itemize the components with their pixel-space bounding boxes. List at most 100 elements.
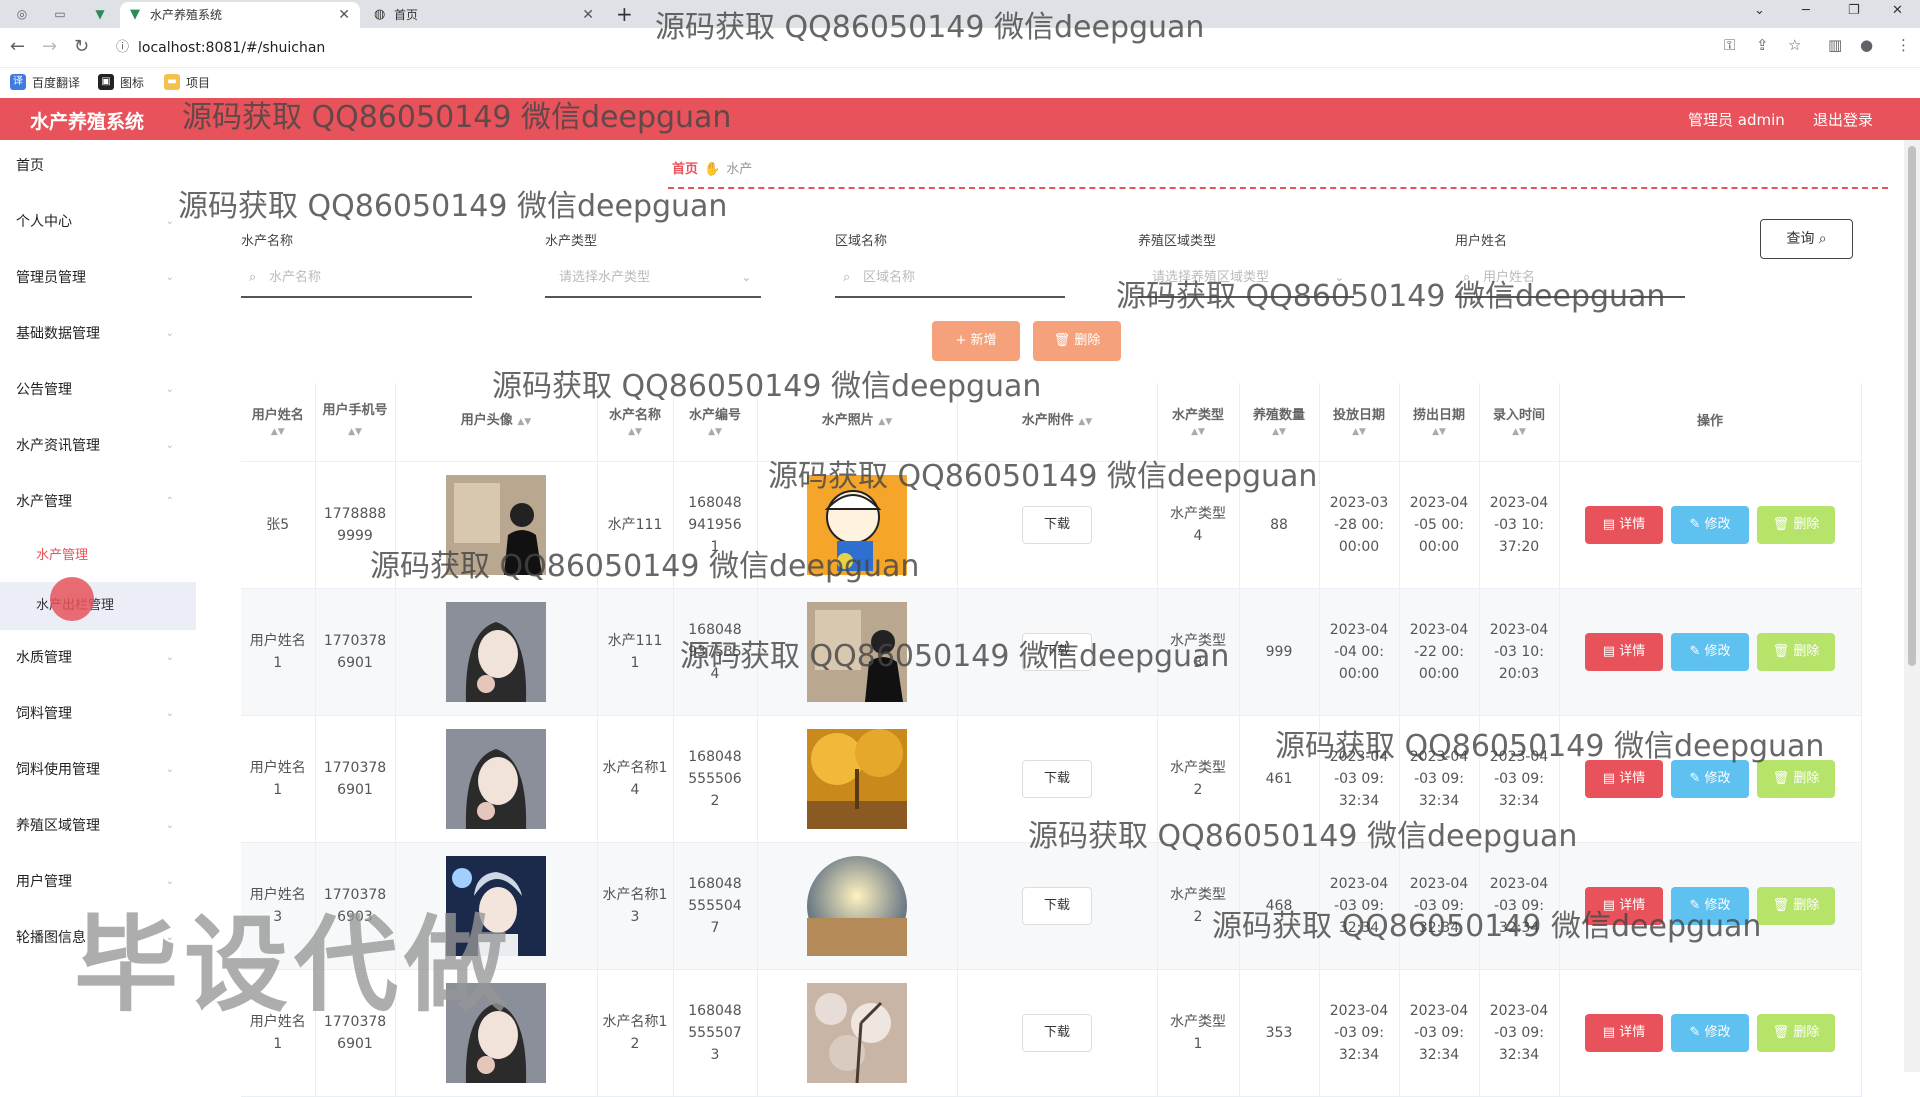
col-fish-no[interactable]: 水产编号 ▲▼: [673, 383, 758, 462]
detail-button[interactable]: ▤ 详情: [1585, 1013, 1663, 1052]
sidebar-item-home[interactable]: 首页: [0, 146, 196, 186]
area-type-select[interactable]: 请选择养殖区域类型 ⌄: [1138, 262, 1354, 298]
col-fish-type[interactable]: 水产类型 ▲▼: [1157, 383, 1240, 462]
back-icon[interactable]: ←: [10, 36, 25, 57]
table-row[interactable]: 张5 1778888 9999 水产111 168048 941956 1 下载 水产类型 4 88…: [241, 461, 1862, 589]
new-tab-icon[interactable]: +: [616, 2, 633, 26]
download-button[interactable]: 下载: [1022, 505, 1092, 544]
detail-button[interactable]: ▤ 详情: [1585, 632, 1663, 671]
sidebar-sub-aquatic-manage[interactable]: 水产管理: [0, 532, 196, 580]
sidebar-item-basic-data[interactable]: 基础数据管理 ⌄: [0, 314, 196, 354]
pinned-tab-icon[interactable]: ▭: [52, 6, 68, 22]
scrollbar-thumb[interactable]: [1908, 146, 1916, 666]
col-out-date[interactable]: 捞出日期 ▲▼: [1399, 383, 1480, 462]
sidebar-item-users[interactable]: 用户管理 ⌄: [0, 862, 196, 902]
sort-icon[interactable]: ▲▼: [600, 426, 671, 438]
download-button[interactable]: 下载: [1022, 886, 1092, 925]
table-row[interactable]: 用户姓名 1 1770378 6901 水产名称1 2 168048 555507 3 下载 水产类…: [241, 969, 1862, 1097]
close-window-icon[interactable]: ✕: [1892, 0, 1903, 22]
col-fish-photo[interactable]: 水产照片 ▲▼: [757, 383, 958, 462]
sidebar-item-notice[interactable]: 公告管理 ⌄: [0, 370, 196, 410]
search-name-input[interactable]: ⌕ 水产名称: [241, 262, 472, 298]
col-created[interactable]: 录入时间 ▲▼: [1479, 383, 1560, 462]
sort-icon[interactable]: ▲▼: [676, 426, 755, 438]
tab-app[interactable]: ▼ 水产养殖系统 ✕: [120, 2, 360, 28]
edit-button[interactable]: ✎ 修改: [1671, 632, 1749, 671]
bookmark-icons[interactable]: ▣ 图标: [98, 74, 144, 91]
vue-tab-icon[interactable]: ▼: [92, 6, 108, 22]
edit-button[interactable]: ✎ 修改: [1671, 505, 1749, 544]
detail-button[interactable]: ▤ 详情: [1585, 759, 1663, 798]
sort-icon[interactable]: ▲▼: [1402, 426, 1477, 438]
edit-button[interactable]: ✎ 修改: [1671, 1013, 1749, 1052]
sidebar-item-news[interactable]: 水产资讯管理 ⌄: [0, 426, 196, 466]
bookmark-project[interactable]: ▬ 项目: [164, 74, 210, 91]
sort-icon[interactable]: ▲▼: [1078, 417, 1092, 427]
restore-icon[interactable]: ❐: [1848, 0, 1860, 22]
sidebar-item-water[interactable]: 水质管理 ⌄: [0, 638, 196, 678]
reload-icon[interactable]: ↻: [74, 36, 89, 57]
sort-icon[interactable]: ▲▼: [1242, 426, 1317, 438]
table-row[interactable]: 用户姓名 1 1770378 6901 水产111 1 168048 937535 4 下载 水产类…: [241, 588, 1862, 716]
close-tab-icon[interactable]: ✕: [582, 2, 594, 28]
key-icon[interactable]: ⚿: [1724, 36, 1735, 54]
fish-type-select[interactable]: 请选择水产类型 ⌄: [545, 262, 761, 298]
site-info-icon[interactable]: ⓘ: [116, 33, 129, 63]
edit-button[interactable]: ✎ 修改: [1671, 759, 1749, 798]
url-field[interactable]: ⓘ localhost:8081/#/shuichan: [108, 33, 1678, 63]
sidebar-item-profile[interactable]: 个人中心 ⌄: [0, 202, 196, 242]
col-fish-name[interactable]: 水产名称 ▲▼: [597, 383, 674, 462]
logout-link[interactable]: 退出登录: [1813, 109, 1873, 130]
search-area-input[interactable]: ⌕ 区域名称: [835, 262, 1065, 298]
sidepanel-icon[interactable]: ▥: [1828, 36, 1842, 54]
batch-delete-button[interactable]: 🗑 删除: [1033, 321, 1121, 361]
add-button[interactable]: + 新增: [932, 321, 1020, 361]
col-user-phone[interactable]: 用户手机号 ▲▼: [315, 383, 396, 462]
table-row[interactable]: 用户姓名 3 1770378 6903 水产名称1 3 168048 555504 7 下载 水产类…: [241, 842, 1862, 970]
col-avatar[interactable]: 用户头像 ▲▼: [395, 383, 598, 462]
search-user-input[interactable]: ⌕ 用户姓名: [1455, 262, 1685, 298]
sidebar-item-carousel[interactable]: 轮播图信息 ⌄: [0, 918, 196, 958]
sidebar-item-feed[interactable]: 饲料管理 ⌄: [0, 694, 196, 734]
download-button[interactable]: 下载: [1022, 632, 1092, 671]
tab-home[interactable]: ◍ 首页 ✕: [364, 2, 604, 28]
col-put-date[interactable]: 投放日期 ▲▼: [1319, 383, 1400, 462]
delete-button[interactable]: 🗑 删除: [1757, 505, 1835, 544]
share-icon[interactable]: ⇪: [1756, 36, 1769, 54]
sidebar-item-admin[interactable]: 管理员管理 ⌄: [0, 258, 196, 298]
breadcrumb-home[interactable]: 首页: [672, 162, 698, 177]
delete-button[interactable]: 🗑 删除: [1757, 759, 1835, 798]
star-icon[interactable]: ☆: [1788, 36, 1801, 54]
profile-icon[interactable]: ●: [1860, 36, 1873, 54]
sidebar-item-aquatic[interactable]: 水产管理 ⌃: [0, 482, 196, 522]
minimize-icon[interactable]: ─: [1802, 0, 1810, 22]
detail-button[interactable]: ▤ 详情: [1585, 886, 1663, 925]
sidebar-sub-aquatic-out[interactable]: 水产出栏管理: [0, 582, 196, 630]
delete-button[interactable]: 🗑 删除: [1757, 632, 1835, 671]
menu-icon[interactable]: ⋮: [1896, 36, 1911, 54]
sort-icon[interactable]: ▲▼: [243, 426, 313, 438]
edit-button[interactable]: ✎ 修改: [1671, 886, 1749, 925]
sort-icon[interactable]: ▲▼: [1482, 426, 1557, 438]
delete-button[interactable]: 🗑 删除: [1757, 1013, 1835, 1052]
query-button[interactable]: 查询 ⌕: [1760, 219, 1853, 259]
col-count[interactable]: 养殖数量 ▲▼: [1239, 383, 1320, 462]
col-fish-file[interactable]: 水产附件 ▲▼: [957, 383, 1158, 462]
sort-icon[interactable]: ▲▼: [517, 417, 531, 427]
detail-button[interactable]: ▤ 详情: [1585, 505, 1663, 544]
tab-search-icon[interactable]: ⌄: [1754, 0, 1765, 22]
forward-icon[interactable]: →: [42, 36, 57, 57]
sort-icon[interactable]: ▲▼: [348, 427, 362, 437]
sort-icon[interactable]: ▲▼: [878, 417, 892, 427]
sort-icon[interactable]: ▲▼: [1160, 426, 1237, 438]
col-user-name[interactable]: 用户姓名 ▲▼: [241, 383, 316, 462]
sidebar-item-area[interactable]: 养殖区域管理 ⌄: [0, 806, 196, 846]
sidebar-item-feed-usage[interactable]: 饲料使用管理 ⌄: [0, 750, 196, 790]
sort-icon[interactable]: ▲▼: [1322, 426, 1397, 438]
download-button[interactable]: 下载: [1022, 1013, 1092, 1052]
bookmark-translate[interactable]: 译百度翻译: [10, 74, 80, 91]
page-scrollbar[interactable]: [1904, 140, 1920, 1072]
delete-button[interactable]: 🗑 删除: [1757, 886, 1835, 925]
close-tab-icon[interactable]: ✕: [338, 2, 350, 28]
browser-profile-icon[interactable]: ◎: [14, 6, 30, 22]
